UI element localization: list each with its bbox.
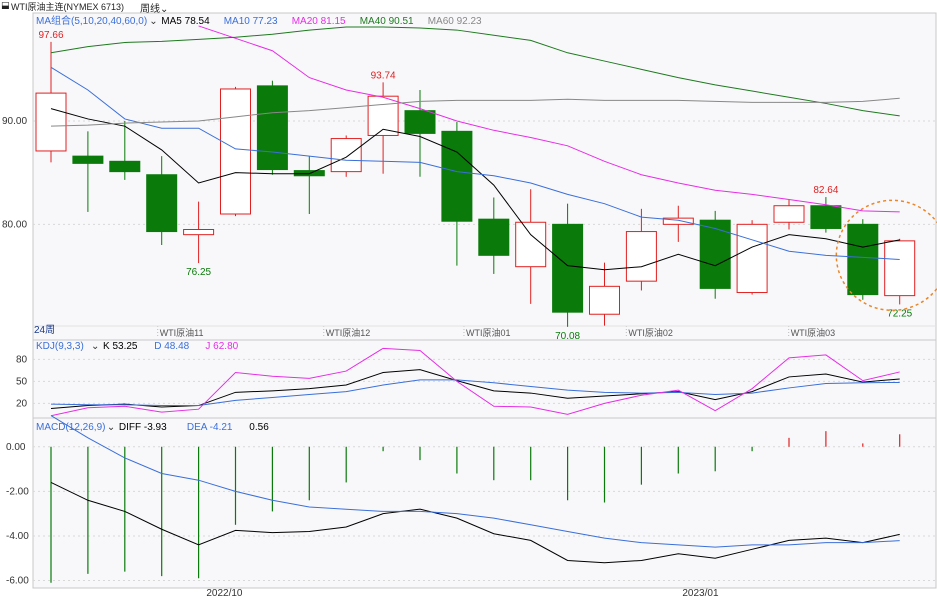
period-corner-label: 24周 (34, 324, 55, 336)
macd-tick-label: -2.00 (6, 486, 29, 497)
stock-chart[interactable]: 80.00 90.00 20 50 80 0.00 -2.00 -4.00 -6.00 WTI原油… (0, 0, 937, 601)
contract-label: WTI原油01 (466, 327, 511, 338)
candle-body (441, 130, 473, 222)
candle-body (220, 88, 251, 215)
price-annotation: 76.25 (186, 267, 211, 278)
candle-body (35, 92, 67, 152)
legend-item: K 53.25 (103, 341, 138, 352)
legend-item: MA5 78.54 (161, 16, 210, 27)
macd-panel (32, 417, 937, 589)
candle-body (256, 85, 288, 171)
candle-body (146, 174, 178, 233)
macd-tick-label: 0.00 (6, 442, 26, 453)
candle-body (72, 155, 104, 164)
legend-item: DIFF -3.93 (119, 422, 167, 433)
date-label: 2022/10 (206, 588, 243, 599)
kdj-tick-label: 20 (16, 398, 28, 409)
candle-body (847, 223, 879, 296)
contract-label: WTI原油12 (326, 327, 371, 338)
price-annotation: 70.08 (555, 331, 580, 342)
candle-body (404, 110, 436, 134)
price-annotation: 82.64 (813, 185, 838, 196)
candle-body (625, 231, 657, 282)
contract-label: WTI原油11 (160, 327, 204, 338)
candle-body (884, 240, 916, 297)
chevron-down-icon: ⌄ (107, 422, 115, 433)
legend-group: KDJ(9,3,3) (36, 341, 84, 352)
legend-item: MA10 77.23 (224, 16, 278, 27)
chevron-down-icon: ⌄ (91, 341, 99, 352)
date-label: 2023/01 (682, 588, 719, 599)
candle-body (183, 229, 215, 236)
legend-item: 0.56 (249, 422, 269, 433)
price-annotation: 93.74 (371, 70, 396, 81)
chevron-down-icon: ⌄ (149, 16, 157, 27)
candle-body (699, 219, 731, 289)
candle-body (109, 160, 141, 173)
kdj-tick-label: 50 (16, 376, 28, 387)
candle-body (478, 218, 510, 256)
price-tick-label: 80.00 (2, 219, 27, 230)
candle-body (552, 223, 584, 313)
candle-body (515, 221, 547, 268)
legend-item: MA20 81.15 (292, 16, 346, 27)
contract-label: WTI原油03 (791, 327, 836, 338)
macd-tick-label: -6.00 (6, 576, 29, 587)
legend-item: J 62.80 (205, 341, 238, 352)
legend-item: DEA -4.21 (187, 422, 233, 433)
legend-item: MA60 92.23 (428, 16, 482, 27)
candle-body (736, 223, 768, 294)
kdj-tick-label: 80 (16, 354, 28, 365)
candle-body (589, 285, 620, 315)
macd-tick-label: -4.00 (6, 531, 29, 542)
candle-body (330, 138, 362, 173)
legend-item: MA40 90.51 (360, 16, 414, 27)
legend-item: D 48.48 (154, 341, 189, 352)
candle-body (810, 205, 842, 229)
price-annotation: 97.66 (38, 30, 63, 41)
contract-label: WTI原油02 (628, 327, 673, 338)
legend-group: MA组合(5,10,20,40,60,0) (36, 14, 147, 27)
candle-body (773, 205, 805, 223)
price-tick-label: 90.00 (2, 116, 27, 127)
